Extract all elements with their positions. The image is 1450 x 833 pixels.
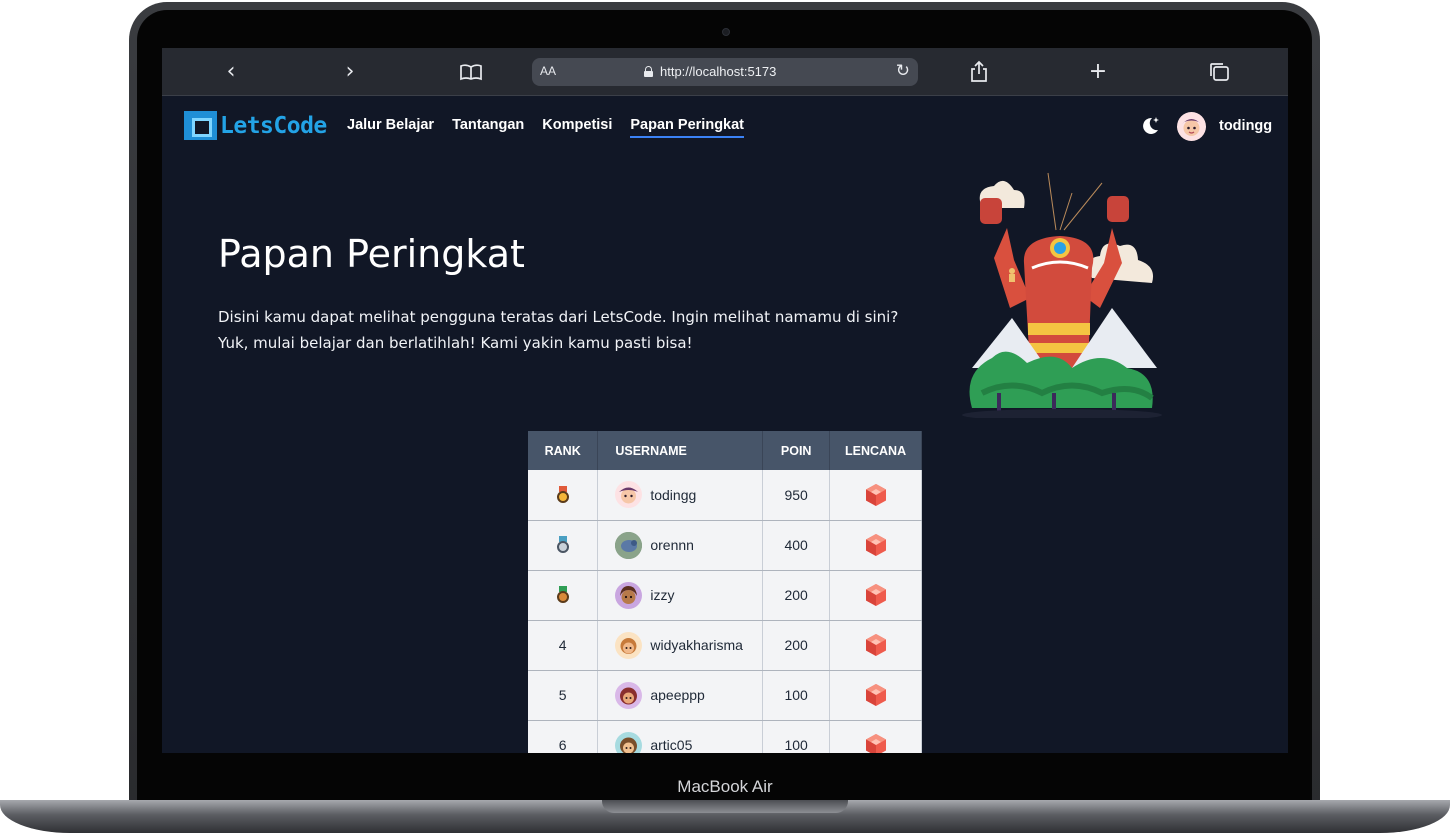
screen: ‹ › AA http://localhost:5173 ↻ + LetsCod… — [162, 48, 1288, 753]
username-cell: widyakharisma — [597, 620, 764, 671]
leaderboard-table: RANK USERNAME POIN LENCANA todingg 950 o… — [528, 431, 922, 753]
rank-cell — [528, 570, 599, 621]
points-cell: 100 — [762, 720, 831, 753]
badge-cell — [829, 570, 922, 621]
logo[interactable]: LetsCode — [184, 111, 327, 140]
laptop-hinge-notch — [602, 800, 848, 813]
device-label: MacBook Air — [677, 777, 773, 796]
browser-toolbar: ‹ › AA http://localhost:5173 ↻ + — [162, 48, 1288, 96]
column-header-poin[interactable]: POIN — [762, 431, 831, 470]
table-row[interactable]: 6 artic05 100 — [528, 720, 922, 753]
forward-icon[interactable]: › — [338, 60, 362, 84]
logo-icon — [184, 111, 217, 140]
table-row[interactable]: 4 widyakharisma 200 — [528, 620, 922, 671]
rank-cell — [528, 470, 599, 521]
username-cell: orennn — [597, 520, 764, 571]
username-text[interactable]: todingg — [650, 487, 696, 503]
user-avatar[interactable] — [1177, 112, 1206, 141]
back-icon[interactable]: ‹ — [219, 60, 243, 84]
username-text[interactable]: apeeppp — [650, 687, 705, 703]
rank-cell — [528, 520, 599, 571]
badge-cell — [829, 720, 922, 753]
gold-medal-icon — [556, 485, 570, 504]
username-cell: artic05 — [597, 720, 764, 753]
username-cell: apeeppp — [597, 670, 764, 721]
avatar — [615, 481, 643, 509]
camera-icon — [722, 28, 730, 36]
ruby-badge-icon — [865, 734, 886, 753]
avatar — [615, 731, 643, 753]
rank-cell: 5 — [528, 670, 599, 721]
ruby-badge-icon — [865, 483, 886, 506]
text-size-button[interactable]: AA — [540, 64, 556, 78]
badge-cell — [829, 670, 922, 721]
bronze-medal-icon — [556, 586, 570, 604]
username-text[interactable]: orennn — [650, 537, 694, 553]
ruby-badge-icon — [865, 634, 886, 656]
lock-icon — [644, 66, 653, 77]
avatar — [615, 681, 643, 709]
page-title: Papan Peringkat — [218, 232, 525, 276]
points-cell: 200 — [762, 620, 831, 671]
avatar — [615, 581, 643, 609]
page-description: Disini kamu dapat melihat pengguna terat… — [218, 308, 899, 352]
robot-illustration — [952, 168, 1172, 421]
rank-cell: 4 — [528, 620, 599, 671]
table-row[interactable]: todingg 950 — [528, 470, 922, 521]
points-cell: 400 — [762, 520, 831, 571]
table-row[interactable]: 5 apeeppp 100 — [528, 670, 922, 721]
nav-link-tantangan[interactable]: Tantangan — [452, 117, 524, 138]
badge-cell — [829, 470, 922, 521]
ruby-badge-icon — [865, 684, 886, 706]
column-header-lencana[interactable]: LENCANA — [829, 431, 922, 470]
avatar — [615, 631, 643, 659]
badge-cell — [829, 620, 922, 671]
table-row[interactable]: orennn 400 — [528, 520, 922, 571]
ruby-badge-icon — [865, 584, 886, 606]
username-cell: todingg — [597, 470, 764, 521]
silver-medal-icon — [556, 536, 570, 554]
username-text[interactable]: izzy — [650, 587, 674, 603]
logo-text: LetsCode — [220, 112, 327, 139]
nav-link-jalur-belajar[interactable]: Jalur Belajar — [347, 117, 434, 138]
app-navbar: LetsCode Jalur Belajar Tantangan Kompeti… — [162, 97, 1288, 155]
url-text[interactable]: http://localhost:5173 — [660, 64, 776, 79]
badge-cell — [829, 520, 922, 571]
dark-mode-toggle-icon[interactable] — [1139, 115, 1161, 137]
tabs-overview-icon[interactable] — [1207, 60, 1231, 84]
share-icon[interactable] — [967, 60, 991, 84]
nav-username[interactable]: todingg — [1219, 118, 1272, 134]
rank-cell: 6 — [528, 720, 599, 753]
points-cell: 200 — [762, 570, 831, 621]
bookmarks-icon[interactable] — [459, 60, 483, 84]
username-cell: izzy — [597, 570, 764, 621]
new-tab-icon[interactable]: + — [1086, 60, 1110, 84]
points-cell: 100 — [762, 670, 831, 721]
username-text[interactable]: widyakharisma — [650, 637, 743, 653]
column-header-username[interactable]: USERNAME — [597, 431, 764, 470]
username-text[interactable]: artic05 — [650, 737, 692, 753]
reload-icon[interactable]: ↻ — [896, 61, 910, 81]
nav-link-papan-peringkat[interactable]: Papan Peringkat — [630, 117, 745, 138]
nav-links: Jalur Belajar Tantangan Kompetisi Papan … — [347, 117, 745, 138]
ruby-badge-icon — [865, 534, 886, 556]
nav-link-kompetisi[interactable]: Kompetisi — [542, 117, 612, 138]
column-header-rank[interactable]: RANK — [528, 431, 599, 470]
points-cell: 950 — [762, 470, 831, 521]
table-row[interactable]: izzy 200 — [528, 570, 922, 621]
address-bar[interactable]: AA http://localhost:5173 ↻ — [532, 58, 918, 86]
avatar — [615, 531, 643, 559]
